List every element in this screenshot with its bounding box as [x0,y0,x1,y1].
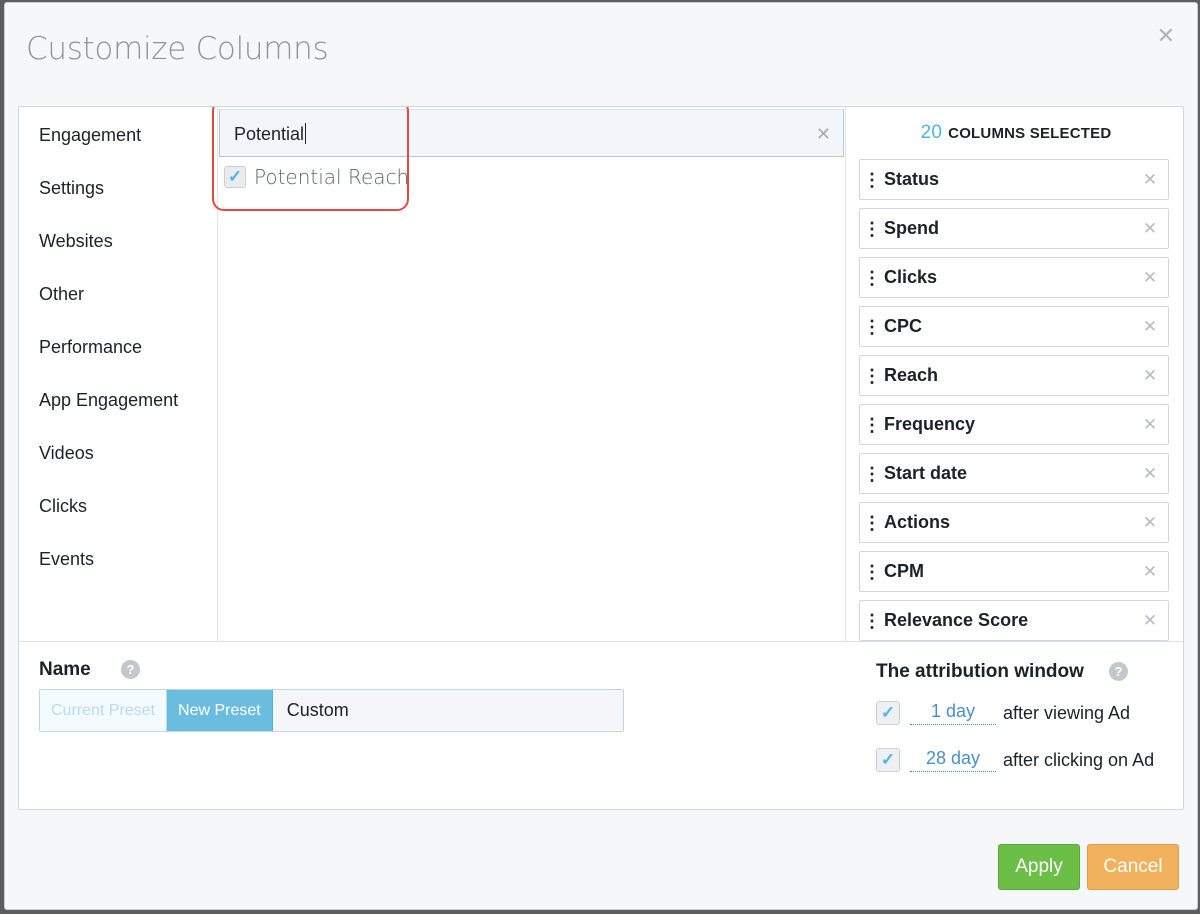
category-settings[interactable]: Settings [39,178,104,199]
category-app-engagement[interactable]: App Engagement [39,390,178,411]
remove-icon[interactable]: ✕ [1132,513,1168,533]
remove-icon[interactable]: ✕ [1132,611,1168,631]
remove-icon[interactable]: ✕ [1132,170,1168,190]
selected-column-clicks[interactable]: ⋮ Clicks ✕ [859,257,1169,298]
dialog-title: Customize Columns [26,31,329,67]
selected-columns-panel: 20 COLUMNS SELECTED ⋮ Status ✕ ⋮ Spend ✕ ⋮ Cli… [845,107,1183,641]
attribution-view-row: ✓ 1 day after viewing Ad [876,701,1130,725]
columns-panel: Engagement Settings Websites Other Perfo… [18,106,1184,810]
selected-column-start-date[interactable]: ⋮ Start date ✕ [859,453,1169,494]
cancel-button[interactable]: Cancel [1087,844,1179,890]
name-label: Name [39,659,91,680]
drag-handle-icon[interactable]: ⋮ [860,171,884,189]
preset-footer: Name ? Current Preset New Preset Custom … [19,641,1183,809]
preset-selector: Current Preset New Preset Custom [39,689,624,732]
selected-count: 20 [920,122,943,143]
result-label: Potential Reach [254,165,410,189]
category-clicks[interactable]: Clicks [39,496,87,517]
selected-column-actions[interactable]: ⋮ Actions ✕ [859,502,1169,543]
selected-column-label: Status [884,169,940,189]
drag-handle-icon[interactable]: ⋮ [860,514,884,532]
apply-button[interactable]: Apply [998,844,1080,890]
selected-header-label: COLUMNS SELECTED [948,125,1112,142]
checkbox-checked-icon[interactable]: ✓ [876,701,900,725]
drag-handle-icon[interactable]: ⋮ [860,269,884,287]
selected-column-cpm[interactable]: ⋮ CPM ✕ [859,551,1169,592]
selected-column-relevance-score[interactable]: ⋮ Relevance Score ✕ [859,600,1169,641]
attribution-title: The attribution window [876,661,1084,682]
drag-handle-icon[interactable]: ⋮ [860,612,884,630]
selected-column-label: Frequency [884,414,976,434]
click-window-select[interactable]: 28 day [910,748,996,772]
new-preset-button[interactable]: New Preset [167,690,273,731]
attribution-click-row: ✓ 28 day after clicking on Ad [876,748,1154,772]
drag-handle-icon[interactable]: ⋮ [860,416,884,434]
category-performance[interactable]: Performance [39,337,142,358]
result-item-potential-reach[interactable]: ✓ Potential Reach [224,165,409,189]
help-icon[interactable]: ? [121,660,140,679]
current-preset-button[interactable]: Current Preset [40,690,168,731]
checkbox-checked-icon[interactable]: ✓ [876,748,900,772]
click-window-label: after clicking on Ad [1003,749,1155,770]
selected-column-status[interactable]: ⋮ Status ✕ [859,159,1169,200]
selected-column-spend[interactable]: ⋮ Spend ✕ [859,208,1169,249]
checkbox-checked-icon[interactable]: ✓ [224,166,246,188]
remove-icon[interactable]: ✕ [1132,464,1168,484]
drag-handle-icon[interactable]: ⋮ [860,465,884,483]
selected-column-reach[interactable]: ⋮ Reach ✕ [859,355,1169,396]
drag-handle-icon[interactable]: ⋮ [860,563,884,581]
view-window-label: after viewing Ad [1003,702,1131,723]
category-events[interactable]: Events [39,549,94,570]
selected-column-frequency[interactable]: ⋮ Frequency ✕ [859,404,1169,445]
text-caret [305,123,307,144]
close-icon[interactable]: ✕ [1157,25,1175,47]
remove-icon[interactable]: ✕ [1132,317,1168,337]
selected-column-label: Start date [884,463,968,483]
preset-name-input[interactable]: Custom [272,690,623,731]
view-window-select[interactable]: 1 day [910,701,996,725]
selected-column-label: CPC [884,316,923,336]
category-websites[interactable]: Websites [39,231,113,252]
remove-icon[interactable]: ✕ [1132,366,1168,386]
search-input-value: Potential [234,124,305,144]
remove-icon[interactable]: ✕ [1132,219,1168,239]
drag-handle-icon[interactable]: ⋮ [860,367,884,385]
remove-icon[interactable]: ✕ [1132,415,1168,435]
selected-column-label: Actions [884,512,951,532]
clear-icon[interactable]: ✕ [816,124,831,145]
selected-column-label: Relevance Score [884,610,1029,630]
category-other[interactable]: Other [39,284,84,305]
selected-columns-header: 20 COLUMNS SELECTED [846,122,1183,144]
drag-handle-icon[interactable]: ⋮ [860,318,884,336]
selected-column-label: CPM [884,561,924,581]
search-input[interactable]: Potential ✕ [219,109,844,157]
remove-icon[interactable]: ✕ [1132,562,1168,582]
customize-columns-dialog: Customize Columns ✕ Engagement Settings … [4,2,1198,910]
selected-column-label: Reach [884,365,939,385]
selected-column-label: Clicks [884,267,938,287]
column-search-area: Potential ✕ ✓ Potential Reach [218,107,845,641]
category-videos[interactable]: Videos [39,443,94,464]
selected-column-cpc[interactable]: ⋮ CPC ✕ [859,306,1169,347]
selected-column-label: Spend [884,218,940,238]
category-list: Engagement Settings Websites Other Perfo… [19,107,218,641]
drag-handle-icon[interactable]: ⋮ [860,220,884,238]
help-icon[interactable]: ? [1109,662,1128,681]
category-engagement[interactable]: Engagement [39,125,141,146]
remove-icon[interactable]: ✕ [1132,268,1168,288]
